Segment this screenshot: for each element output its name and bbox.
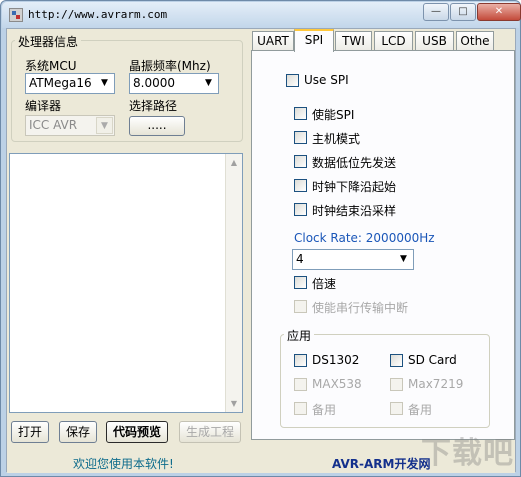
welcome-message: 欢迎您使用本软件!	[73, 457, 174, 471]
scroll-up-icon[interactable]: ▲	[226, 154, 242, 171]
vertical-scrollbar[interactable]: ▲ ▼	[225, 154, 242, 412]
frequency-select-value: 8.0000	[133, 76, 175, 90]
frequency-label: 晶振频率(Mhz)	[129, 59, 211, 73]
clock-phase-checkbox[interactable]	[294, 203, 307, 216]
save-button[interactable]: 保存	[59, 421, 97, 443]
max538-checkbox	[294, 378, 307, 391]
max7219-label: Max7219	[408, 377, 464, 391]
compiler-label: 编译器	[25, 99, 62, 113]
chevron-down-icon[interactable]: ▼	[96, 75, 113, 92]
spi-tab-panel: Use SPI 使能SPI 主机模式 数据低位先发送 时钟下降沿起始 时钟结束沿…	[251, 50, 515, 440]
application-title: 应用	[284, 327, 315, 344]
tab-other[interactable]: Othe	[456, 31, 494, 51]
browse-path-button[interactable]: .....	[129, 116, 185, 136]
brand-text: AVR-ARM开发网	[332, 457, 431, 471]
compiler-select-value: ICC AVR	[29, 118, 78, 132]
scroll-down-icon[interactable]: ▼	[226, 395, 242, 412]
serial-interrupt-checkbox	[294, 300, 307, 313]
reserved-checkbox-1	[294, 402, 307, 415]
double-speed-checkbox[interactable]	[294, 276, 307, 289]
double-speed-label: 倍速	[312, 277, 337, 291]
ds1302-checkbox[interactable]	[294, 354, 307, 367]
master-mode-checkbox[interactable]	[294, 131, 307, 144]
use-spi-label: Use SPI	[304, 73, 349, 87]
clock-polarity-checkbox[interactable]	[294, 179, 307, 192]
reserved-checkbox-2	[390, 402, 403, 415]
enable-spi-checkbox[interactable]	[294, 107, 307, 120]
clock-polarity-label: 时钟下降沿起始	[312, 180, 397, 194]
frequency-select[interactable]: 8.0000 ▼	[129, 73, 219, 94]
max7219-checkbox	[390, 378, 403, 391]
mcu-select[interactable]: ATMega16 ▼	[25, 73, 115, 94]
enable-spi-label: 使能SPI	[312, 108, 355, 122]
tab-lcd[interactable]: LCD	[374, 31, 413, 51]
tab-strip: UART SPI TWI LCD USB Othe	[251, 29, 515, 52]
generate-project-button: 生成工程	[179, 421, 241, 443]
path-label: 选择路径	[129, 99, 178, 113]
tab-spi[interactable]: SPI	[294, 29, 334, 52]
code-text-area[interactable]: ▲ ▼	[9, 153, 243, 413]
watermark-logo: 下载吧	[421, 436, 514, 471]
compiler-select: ICC AVR ▼	[25, 115, 115, 136]
chevron-down-icon: ▼	[96, 117, 113, 134]
reserved-label-2: 备用	[408, 403, 433, 417]
use-spi-checkbox[interactable]	[286, 74, 299, 87]
client-area: 处理器信息 系统MCU ATMega16 ▼ 晶振频率(Mhz) 8.0000 …	[6, 28, 516, 473]
tab-uart[interactable]: UART	[252, 31, 294, 51]
tab-usb[interactable]: USB	[415, 31, 454, 51]
chevron-down-icon[interactable]: ▼	[200, 75, 217, 92]
reserved-label-1: 备用	[312, 403, 337, 417]
ds1302-label: DS1302	[312, 353, 360, 367]
open-button[interactable]: 打开	[11, 421, 49, 443]
close-button[interactable]: ✕	[477, 3, 521, 21]
master-mode-label: 主机模式	[312, 132, 361, 146]
sd-card-label: SD Card	[408, 353, 457, 367]
code-preview-button[interactable]: 代码预览	[106, 421, 168, 443]
maximize-button[interactable]: □	[450, 3, 476, 21]
max538-label: MAX538	[312, 377, 362, 391]
app-icon	[9, 8, 23, 22]
minimize-button[interactable]: —	[423, 3, 449, 21]
lsb-first-label: 数据低位先发送	[312, 156, 397, 170]
chevron-down-icon[interactable]: ▼	[395, 251, 412, 268]
processor-info-title: 处理器信息	[15, 33, 82, 50]
app-window: http://www.avrarm.com — □ ✕ 处理器信息 系统MCU …	[0, 0, 521, 477]
serial-interrupt-label: 使能串行传输中断	[312, 301, 409, 315]
title-bar[interactable]: http://www.avrarm.com — □ ✕	[2, 2, 521, 28]
window-title: http://www.avrarm.com	[28, 8, 168, 21]
mcu-label: 系统MCU	[25, 59, 77, 73]
tab-twi[interactable]: TWI	[335, 31, 372, 51]
mcu-select-value: ATMega16	[29, 76, 92, 90]
clock-divider-select[interactable]: 4 ▼	[292, 249, 414, 270]
lsb-first-checkbox[interactable]	[294, 155, 307, 168]
clock-divider-value: 4	[296, 252, 304, 266]
clock-phase-label: 时钟结束沿采样	[312, 204, 397, 218]
clock-rate-label: Clock Rate: 2000000Hz	[294, 231, 435, 245]
sd-card-checkbox[interactable]	[390, 354, 403, 367]
